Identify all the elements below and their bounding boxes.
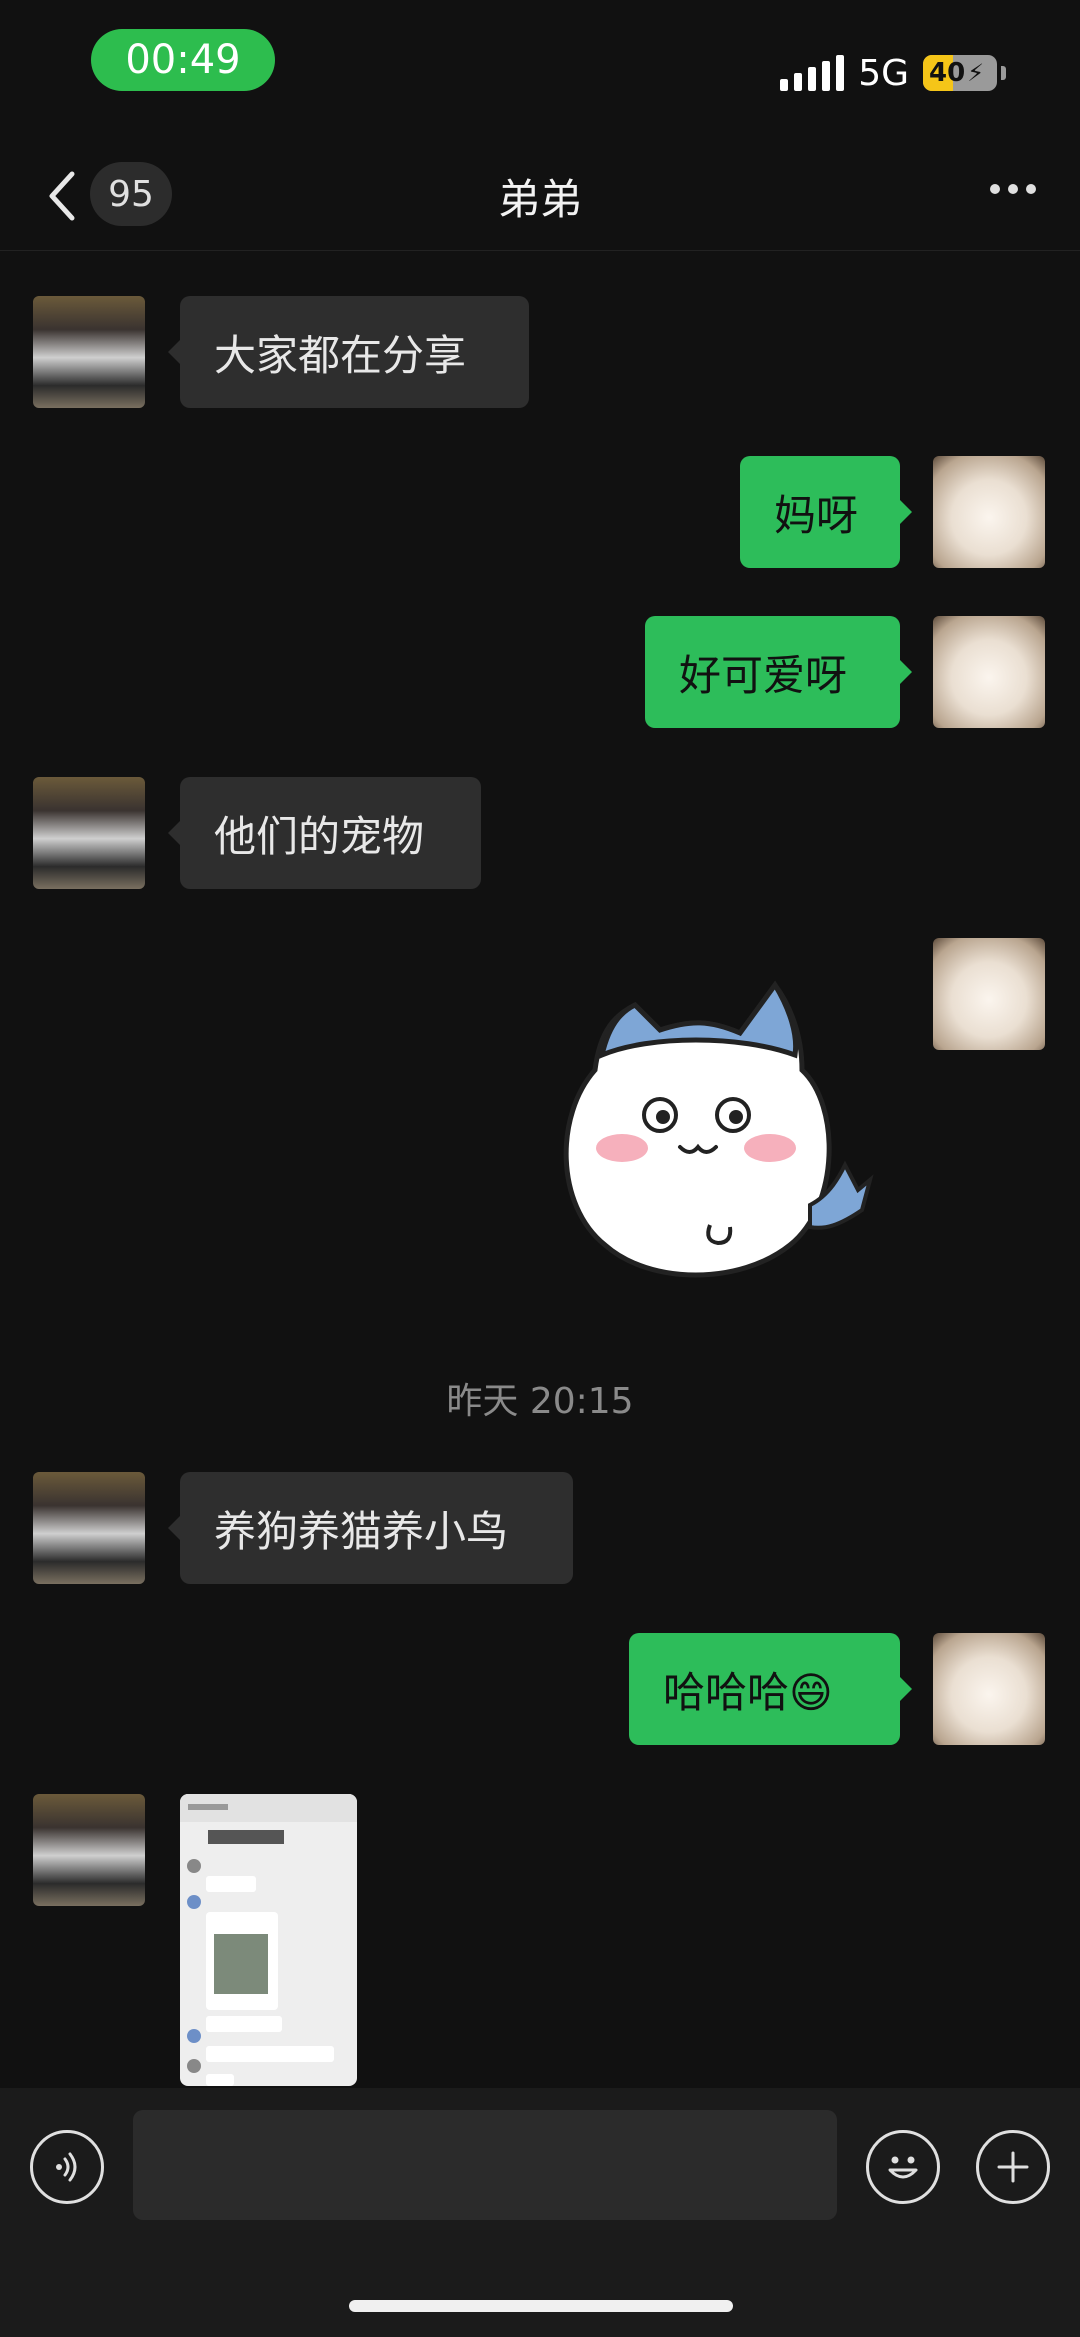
- my-avatar[interactable]: [933, 1633, 1045, 1745]
- battery-level: 40: [929, 58, 966, 88]
- more-options-icon[interactable]: [990, 184, 1036, 194]
- message-bubble-outgoing[interactable]: 妈呀: [740, 456, 912, 568]
- contact-avatar[interactable]: [33, 296, 145, 408]
- contact-avatar[interactable]: [33, 1472, 145, 1584]
- plus-icon[interactable]: [976, 2130, 1050, 2204]
- emoji-icon[interactable]: [866, 2130, 940, 2204]
- home-indicator[interactable]: [349, 2300, 733, 2312]
- status-time: 00:49: [91, 29, 275, 91]
- chat-title: 弟弟: [497, 175, 582, 224]
- battery-icon: 40 ⚡: [923, 55, 997, 91]
- voice-icon[interactable]: [30, 2130, 104, 2204]
- my-avatar[interactable]: [933, 456, 1045, 568]
- chat-timestamp: 昨天 20:15: [446, 1381, 634, 1422]
- status-indicators: 5G 40 ⚡: [780, 48, 1006, 98]
- message-input[interactable]: [133, 2110, 837, 2220]
- message-bubble-incoming[interactable]: 大家都在分享: [168, 296, 529, 408]
- cat-sticker[interactable]: [540, 975, 890, 1300]
- contact-avatar[interactable]: [33, 1794, 145, 1906]
- my-avatar[interactable]: [933, 938, 1045, 1050]
- message-bubble-outgoing[interactable]: 好可爱呀: [645, 616, 912, 728]
- signal-icon: [780, 55, 845, 91]
- contact-avatar[interactable]: [33, 777, 145, 889]
- message-bubble-incoming[interactable]: 养狗养猫养小鸟: [168, 1472, 573, 1584]
- my-avatar[interactable]: [933, 616, 1045, 728]
- network-type: 5G: [858, 52, 909, 94]
- message-bubble-outgoing[interactable]: 哈哈哈😄: [629, 1633, 912, 1745]
- message-bubble-incoming[interactable]: 他们的宠物: [168, 777, 481, 889]
- chat-header: 95 弟弟: [0, 150, 1080, 251]
- screenshot-image-message[interactable]: [180, 1794, 357, 2086]
